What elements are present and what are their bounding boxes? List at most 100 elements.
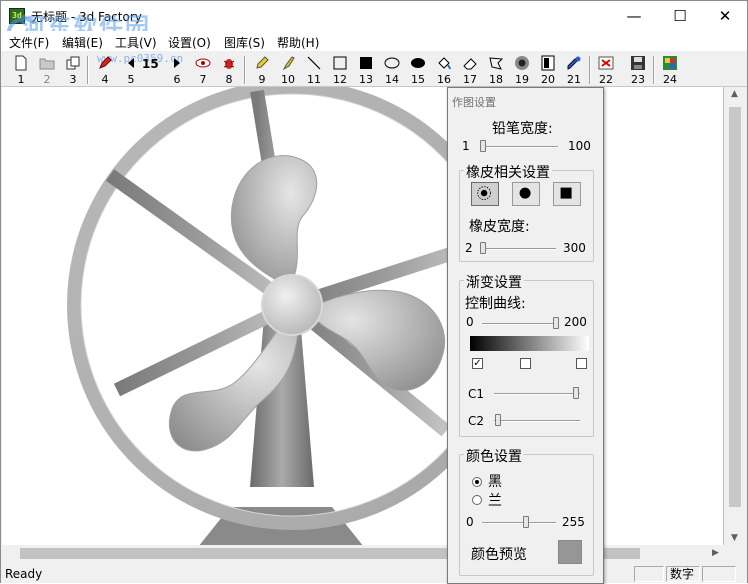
tool-eye[interactable]: 7 — [190, 53, 216, 86]
tool-copy[interactable]: 3 — [60, 53, 86, 86]
bug-icon — [223, 59, 235, 69]
gradient-preview-bar — [470, 336, 589, 351]
tool-pencil[interactable]: 9 — [249, 53, 275, 86]
rectangle-icon — [333, 56, 347, 70]
polygon-icon — [489, 57, 504, 70]
gradient-group-title: 渐变设置 — [464, 272, 524, 292]
vertical-scroll-thumb[interactable] — [729, 107, 741, 507]
tool-width-up[interactable]: 6 — [164, 53, 190, 86]
tool-number: 13 — [359, 73, 373, 86]
tool-filled-rectangle[interactable]: 13 — [353, 53, 379, 86]
gradient-checkbox-left[interactable]: ✓ — [472, 358, 483, 369]
tool-gallery[interactable]: 24 — [657, 53, 683, 86]
c1-slider[interactable] — [572, 387, 579, 399]
tool-filled-ellipse[interactable]: 15 — [405, 53, 431, 86]
eraser-round-soft-button[interactable] — [471, 182, 499, 206]
tool-number: 11 — [307, 73, 321, 86]
tool-fill[interactable]: 16 — [431, 53, 457, 86]
horizontal-scrollbar[interactable]: ▶ — [2, 545, 724, 562]
tool-number: 18 — [489, 73, 503, 86]
scroll-down-icon[interactable]: ▼ — [731, 533, 738, 543]
eraser-width-slider[interactable] — [480, 242, 487, 254]
filled-ellipse-icon — [411, 58, 425, 68]
toolbar-separator — [589, 56, 591, 84]
dropper-icon — [567, 56, 581, 70]
tool-dropper[interactable]: 21 — [561, 53, 587, 86]
menu-settings[interactable]: 设置(O) — [168, 34, 211, 51]
square-shape-icon — [560, 187, 572, 199]
menu-file[interactable]: 文件(F) — [9, 34, 49, 51]
minimize-button[interactable]: — — [611, 1, 657, 31]
tool-sphere[interactable]: 19 — [509, 53, 535, 86]
close-image-icon — [598, 56, 614, 70]
vertical-scrollbar[interactable]: ▲ ▼ — [724, 87, 746, 546]
menu-edit[interactable]: 编辑(E) — [62, 34, 103, 51]
new-file-icon — [15, 55, 27, 71]
tool-width-down[interactable]: 5 — [118, 53, 144, 86]
c1-label: C1 — [468, 387, 485, 401]
tool-number: 15 — [411, 73, 425, 86]
curve-max-label: 200 — [564, 315, 587, 329]
tool-line[interactable]: 11 — [301, 53, 327, 86]
width-up-icon — [174, 58, 180, 68]
ellipse-icon — [384, 57, 400, 69]
close-button[interactable]: ✕ — [702, 1, 748, 31]
tool-number: 5 — [127, 73, 135, 86]
tool-number: 16 — [437, 73, 451, 86]
open-file-icon — [39, 58, 55, 70]
tool-number: 10 — [281, 73, 295, 86]
radio-blue[interactable] — [472, 495, 482, 505]
maximize-button[interactable]: ☐ — [657, 1, 703, 31]
curve-min-label: 0 — [466, 315, 474, 329]
scroll-right-icon[interactable]: ▶ — [712, 548, 719, 558]
c2-track[interactable] — [494, 420, 580, 422]
menu-help[interactable]: 帮助(H) — [277, 34, 319, 51]
tool-gradient[interactable]: 20 — [535, 53, 561, 86]
eraser-icon — [463, 58, 477, 70]
toolbar-separator — [244, 56, 246, 84]
tool-brush[interactable]: 10 — [275, 53, 301, 86]
color-slider[interactable] — [522, 516, 529, 528]
color-group-title: 颜色设置 — [464, 446, 524, 466]
pencil-width-track[interactable] — [480, 146, 558, 148]
color-track[interactable] — [482, 522, 556, 524]
eraser-round-button[interactable] — [512, 182, 540, 206]
radio-blue-label: 兰 — [488, 493, 502, 509]
drawing-canvas[interactable] — [2, 87, 724, 545]
c2-slider[interactable] — [495, 414, 502, 426]
curve-track[interactable] — [482, 323, 556, 325]
tool-save[interactable]: 23 — [625, 53, 651, 86]
tool-pen[interactable]: 4 — [92, 53, 118, 86]
toolbar-separator — [653, 56, 655, 84]
tool-new[interactable]: 1 — [8, 53, 34, 86]
gallery-icon — [663, 56, 677, 70]
tool-ellipse[interactable]: 14 — [379, 53, 405, 86]
pencil-width-slider[interactable] — [480, 140, 487, 152]
curve-label: 控制曲线: — [465, 296, 526, 312]
tool-rectangle[interactable]: 12 — [327, 53, 353, 86]
menu-gallery[interactable]: 图库(S) — [224, 34, 265, 51]
tool-number: 22 — [599, 73, 613, 86]
brush-icon — [282, 56, 295, 71]
eraser-square-button[interactable] — [553, 182, 581, 206]
tool-open[interactable]: 2 — [34, 53, 60, 86]
curve-slider[interactable] — [553, 317, 559, 329]
tool-number: 1 — [17, 73, 25, 86]
menu-tools[interactable]: 工具(V) — [115, 34, 157, 51]
tool-bug[interactable]: 8 — [216, 53, 242, 86]
tool-close-image[interactable]: 22 — [593, 53, 619, 86]
pencil-min-label: 1 — [462, 139, 470, 153]
radio-black-label: 黑 — [488, 474, 502, 490]
soft-round-icon — [477, 186, 491, 200]
fan-drawing — [67, 87, 517, 545]
gradient-checkbox-middle[interactable] — [520, 358, 531, 369]
title-bar[interactable]: 3d 无标题 - 3d Factory 河东软件园 — ☐ ✕ — [1, 1, 748, 47]
c1-track[interactable] — [494, 393, 580, 395]
radio-black[interactable] — [472, 477, 482, 487]
gradient-checkbox-right[interactable] — [576, 358, 587, 369]
eraser-width-track[interactable] — [482, 248, 556, 250]
tool-polygon[interactable]: 18 — [483, 53, 509, 86]
scroll-up-icon[interactable]: ▲ — [731, 89, 738, 99]
drawing-settings-panel[interactable]: 作图设置 铅笔宽度: 1 100 橡皮相关设置 橡皮宽度: 2 300 渐变设置… — [447, 87, 604, 584]
tool-eraser[interactable]: 17 — [457, 53, 483, 86]
